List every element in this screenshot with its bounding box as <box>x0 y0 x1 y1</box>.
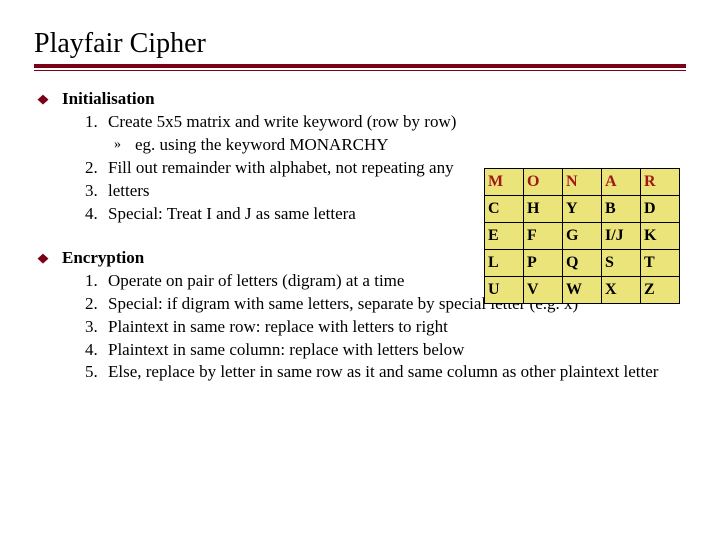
matrix-cell: R <box>641 169 680 196</box>
matrix-cell: P <box>524 250 563 277</box>
matrix-cell: N <box>563 169 602 196</box>
matrix-cell: V <box>524 277 563 304</box>
item-text: Fill out remainder with alphabet, not re… <box>108 158 454 177</box>
matrix-cell: I/J <box>602 223 641 250</box>
table-row: U V W X Z <box>485 277 680 304</box>
sub-text: eg. using the keyword MONARCHY <box>135 134 389 157</box>
matrix-cell: D <box>641 196 680 223</box>
list-item: Plaintext in same row: replace with lett… <box>102 316 658 339</box>
matrix-cell: K <box>641 223 680 250</box>
list-item: Fill out remainder with alphabet, not re… <box>102 157 456 180</box>
matrix-cell: Q <box>563 250 602 277</box>
item-text: Plaintext in same column: replace with l… <box>108 340 464 359</box>
matrix-cell: F <box>524 223 563 250</box>
title-rule-thin <box>34 70 686 71</box>
matrix-cell: C <box>485 196 524 223</box>
matrix-cell: E <box>485 223 524 250</box>
table-row: L P Q S T <box>485 250 680 277</box>
table-row: E F G I/J K <box>485 223 680 250</box>
matrix-cell: A <box>602 169 641 196</box>
title-rule-thick <box>34 64 686 68</box>
matrix-cell: U <box>485 277 524 304</box>
matrix-cell: H <box>524 196 563 223</box>
list-item: Plaintext in same column: replace with l… <box>102 339 658 362</box>
matrix-cell: Z <box>641 277 680 304</box>
list-item: letters <box>102 180 456 203</box>
item-text: Create 5x5 matrix and write keyword (row… <box>108 112 456 131</box>
item-text: Else, replace by letter in same row as i… <box>108 362 658 381</box>
table-row: C H Y B D <box>485 196 680 223</box>
slide-title: Playfair Cipher <box>34 28 686 60</box>
matrix-cell: O <box>524 169 563 196</box>
item-text: letters <box>108 181 150 200</box>
diamond-bullet-icon: ◆ <box>38 91 49 107</box>
list-item: Create 5x5 matrix and write keyword (row… <box>102 111 456 157</box>
item-text: Operate on pair of letters (digram) at a… <box>108 271 404 290</box>
item-text: Plaintext in same row: replace with lett… <box>108 317 448 336</box>
list-item: Special: Treat I and J as same lettera <box>102 203 456 226</box>
matrix-cell: W <box>563 277 602 304</box>
playfair-matrix: M O N A R C H Y B D E F G I/J K L P Q S … <box>484 168 680 304</box>
sub-item: » eg. using the keyword MONARCHY <box>114 134 456 157</box>
matrix-cell: T <box>641 250 680 277</box>
table-row: M O N A R <box>485 169 680 196</box>
matrix-cell: M <box>485 169 524 196</box>
matrix-cell: L <box>485 250 524 277</box>
matrix-cell: Y <box>563 196 602 223</box>
chevron-icon: » <box>114 136 121 155</box>
list-item: Else, replace by letter in same row as i… <box>102 361 658 384</box>
diamond-bullet-icon: ◆ <box>38 250 49 266</box>
section1-heading: Initialisation <box>62 89 456 109</box>
item-text: Special: Treat I and J as same lettera <box>108 204 356 223</box>
matrix-cell: X <box>602 277 641 304</box>
section1-list: Create 5x5 matrix and write keyword (row… <box>62 111 456 226</box>
matrix-cell: B <box>602 196 641 223</box>
matrix-cell: S <box>602 250 641 277</box>
matrix-cell: G <box>563 223 602 250</box>
